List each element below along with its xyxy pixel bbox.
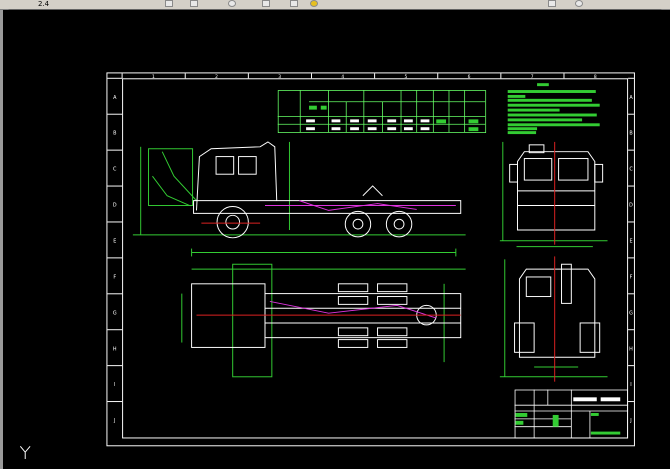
drawing-canvas[interactable]: A AB BC CD DE EF FG GH HI IJ J 12345678 <box>0 0 667 459</box>
col-label: 7 <box>531 74 534 80</box>
col-label: 8 <box>594 74 597 80</box>
row-label: I <box>114 382 115 388</box>
row-label: G <box>629 310 633 316</box>
row-label: I <box>630 382 631 388</box>
row-label: D <box>629 203 633 209</box>
row-label: F <box>113 274 116 280</box>
row-label: C <box>113 167 117 173</box>
row-label: D <box>113 203 117 209</box>
row-label: F <box>630 274 633 280</box>
col-label: 1 <box>152 74 155 80</box>
col-label: 2 <box>215 74 218 80</box>
row-label: H <box>629 346 633 352</box>
row-label: B <box>113 131 116 137</box>
row-label: G <box>113 310 117 316</box>
row-label: C <box>629 167 633 173</box>
row-label: E <box>113 239 116 245</box>
col-label: 5 <box>405 74 408 80</box>
row-label: J <box>629 418 631 424</box>
col-label: 4 <box>341 74 344 80</box>
row-label: E <box>629 239 632 245</box>
col-label: 3 <box>278 74 281 80</box>
col-label: 6 <box>468 74 471 80</box>
row-label: B <box>629 131 632 137</box>
row-label: H <box>113 346 117 352</box>
row-label: J <box>113 418 115 424</box>
